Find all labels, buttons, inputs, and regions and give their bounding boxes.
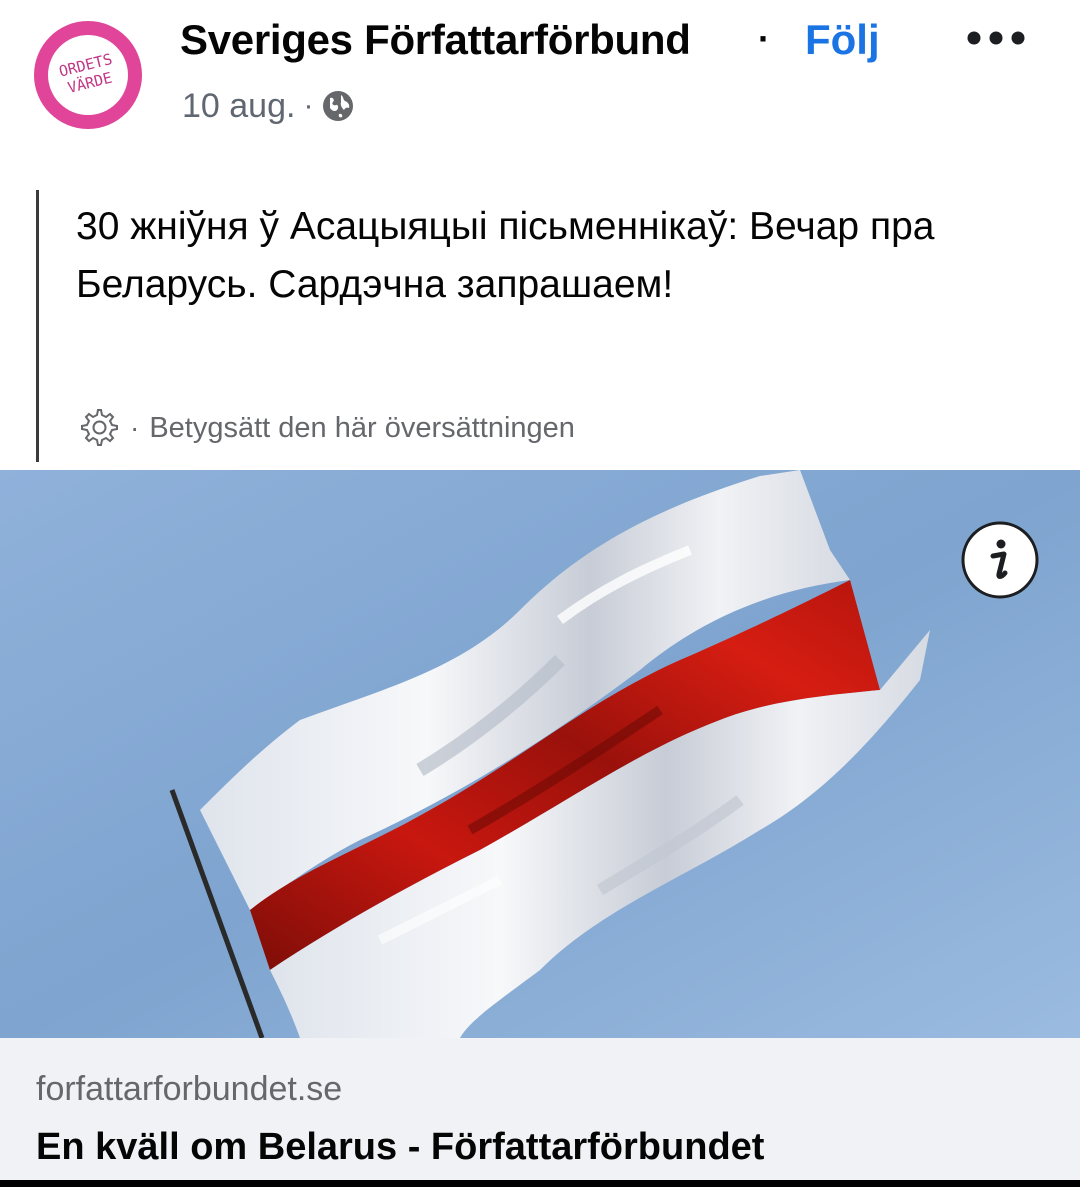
- meta-separator: ·: [303, 89, 314, 122]
- link-preview-card[interactable]: forfattarforbundet.se En kväll om Belaru…: [0, 1038, 1080, 1187]
- info-icon[interactable]: [960, 520, 1040, 600]
- translation-quote-bar: [36, 190, 39, 462]
- globe-icon: [321, 89, 355, 123]
- bottom-divider: [0, 1180, 1080, 1187]
- header-separator: ·: [758, 18, 770, 59]
- page-name-link[interactable]: Sveriges Författarförbund: [180, 16, 691, 64]
- rate-translation-row: · Betygsätt den här översättningen: [76, 404, 575, 452]
- rate-translation-link[interactable]: Betygsätt den här översättningen: [149, 412, 575, 445]
- link-title: En kväll om Belarus - Författarförbundet: [36, 1126, 765, 1168]
- page-avatar[interactable]: ORDETS VÄRDE: [30, 20, 156, 130]
- gear-icon[interactable]: [76, 404, 120, 453]
- ordets-varde-logo: ORDETS VÄRDE: [34, 21, 142, 129]
- post-meta: 10 aug. ·: [182, 84, 355, 128]
- flag-photo: [0, 470, 1080, 1038]
- link-domain: forfattarforbundet.se: [36, 1070, 343, 1108]
- post-text: 30 жніўня ў Асацыяцыі пісьменнікаў: Веча…: [76, 205, 935, 306]
- follow-button[interactable]: Följ: [805, 16, 880, 64]
- ellipsis-icon[interactable]: [960, 26, 1032, 50]
- rate-separator: ·: [130, 412, 140, 443]
- post-image[interactable]: [0, 470, 1080, 1038]
- post-timestamp[interactable]: 10 aug.: [182, 87, 295, 126]
